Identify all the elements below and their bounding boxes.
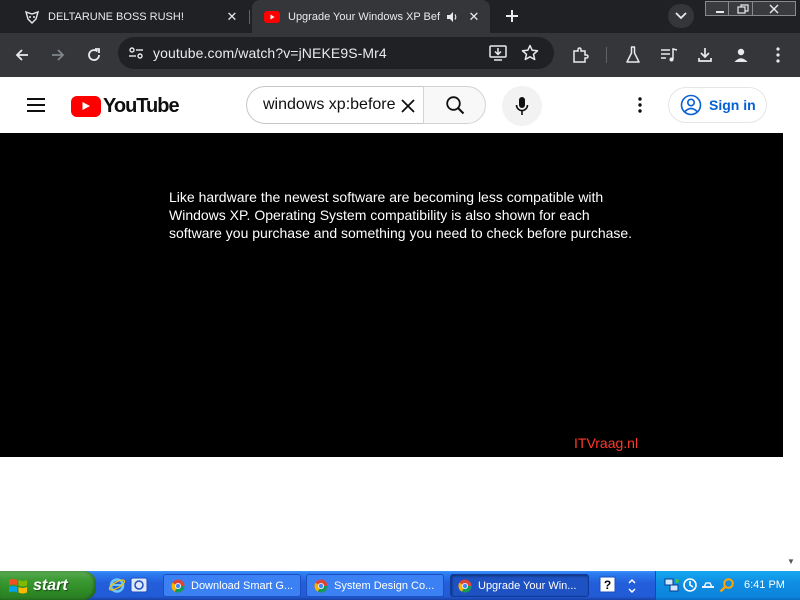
connection-icon[interactable] [700, 577, 716, 593]
search-input[interactable]: windows xp:before [263, 96, 395, 114]
security-icon[interactable] [682, 577, 698, 593]
help-icon[interactable]: ? [599, 576, 617, 594]
download-icon [698, 48, 712, 62]
start-label: start [33, 576, 68, 594]
video-watermark: ITVraag.nl [574, 435, 639, 451]
guide-menu-button[interactable] [24, 93, 48, 117]
search-tray-icon[interactable] [719, 577, 735, 593]
tab-title: DELTARUNE BOSS RUSH! [48, 10, 184, 23]
caption-line: Windows XP. Operating System compatibili… [169, 207, 590, 223]
tab-youtube[interactable]: Upgrade Your Windows XP Bef ✕ [252, 0, 490, 33]
clock[interactable]: 6:41 PM [744, 579, 785, 591]
system-tray: 6:41 PM [655, 571, 800, 600]
voice-search-button[interactable] [502, 86, 542, 126]
flask-icon [626, 46, 640, 63]
back-button[interactable] [10, 43, 34, 67]
forward-arrow-icon [52, 49, 65, 61]
speaker-icon[interactable] [444, 9, 460, 25]
caption-line: software you purchase and something you … [169, 225, 633, 241]
extensions-button[interactable] [568, 43, 592, 67]
video-player[interactable]: Like hardware the newest software are be… [0, 133, 783, 457]
tab-title: Upgrade Your Windows XP Bef [288, 10, 441, 23]
clear-search-icon[interactable] [397, 95, 419, 117]
media-controls-button[interactable] [657, 43, 681, 67]
chrome-quicklaunch-icon[interactable] [130, 576, 148, 594]
music-queue-icon [661, 48, 678, 62]
start-button[interactable]: start [0, 571, 96, 600]
sign-in-label: Sign in [709, 97, 756, 113]
account-circle-icon [679, 93, 703, 117]
task-label: System Design Co... [334, 579, 435, 592]
taskbar-item-system-design[interactable]: System Design Co... [306, 574, 444, 597]
youtube-logo-text: YouTube [103, 94, 180, 117]
settings-menu-button[interactable] [628, 93, 652, 117]
forward-button[interactable] [46, 43, 70, 67]
reload-button[interactable] [82, 43, 106, 67]
windows-taskbar: start Download Smart G... System Design … [0, 571, 800, 600]
scroll-down-arrow[interactable]: ▼ [787, 557, 795, 566]
taskbar-scroll-buttons[interactable] [625, 574, 639, 598]
taskbar-item-download[interactable]: Download Smart G... [163, 574, 301, 597]
search-button[interactable] [423, 86, 486, 124]
site-info-icon[interactable] [124, 41, 148, 65]
window-close-button[interactable] [752, 1, 796, 16]
person-icon [734, 48, 748, 62]
back-arrow-icon [15, 49, 28, 61]
tab-deltarune[interactable]: DELTARUNE BOSS RUSH! ✕ [12, 0, 248, 33]
up-down-chevron-icon [628, 578, 636, 594]
windows-logo-icon [8, 576, 28, 596]
youtube-header: YouTube windows xp:before Sign in [0, 77, 800, 133]
puzzle-icon [573, 47, 589, 63]
chrome-icon [170, 578, 186, 594]
more-vertical-icon [776, 47, 780, 63]
hamburger-icon [27, 98, 45, 112]
screen: DELTARUNE BOSS RUSH! ✕ Upgrade Your Wind… [0, 0, 800, 600]
browser-toolbar: youtube.com/watch?v=jNEKE9S-Mr4 [0, 33, 800, 77]
new-tab-button[interactable] [500, 4, 524, 28]
network-icon[interactable] [664, 577, 680, 593]
reload-icon [88, 48, 100, 61]
video-caption: Like hardware the newest software are be… [169, 188, 689, 242]
close-icon [769, 4, 779, 13]
task-label: Download Smart G... [191, 579, 294, 592]
youtube-logo[interactable]: YouTube [71, 94, 180, 117]
address-bar[interactable]: youtube.com/watch?v=jNEKE9S-Mr4 [118, 37, 554, 69]
browser-tab-strip: DELTARUNE BOSS RUSH! ✕ Upgrade Your Wind… [0, 0, 800, 33]
youtube-icon [264, 9, 280, 25]
tab-separator [249, 10, 250, 24]
internet-explorer-icon[interactable] [108, 576, 126, 594]
minimize-icon [716, 10, 724, 13]
sign-in-button[interactable]: Sign in [668, 87, 767, 123]
chrome-icon [457, 578, 473, 594]
tab-close-icon[interactable]: ✕ [466, 9, 482, 25]
chrome-menu-button[interactable] [766, 43, 790, 67]
downloads-button[interactable] [693, 43, 717, 67]
labs-button[interactable] [621, 43, 645, 67]
plus-icon [506, 10, 518, 22]
profile-button[interactable] [729, 43, 753, 67]
play-icon [71, 95, 101, 117]
more-vertical-icon [638, 97, 642, 113]
tab-search-button[interactable] [668, 4, 694, 28]
search-box[interactable]: windows xp:before [246, 86, 423, 124]
chrome-icon [313, 578, 329, 594]
address-url: youtube.com/watch?v=jNEKE9S-Mr4 [153, 45, 387, 61]
bookmark-star-icon[interactable] [518, 41, 542, 65]
microphone-icon [515, 97, 529, 115]
deltarune-icon [24, 9, 40, 25]
caption-line: Like hardware the newest software are be… [169, 189, 604, 205]
toolbar-separator [606, 47, 607, 63]
svg-text:?: ? [604, 578, 611, 592]
search-icon [445, 96, 464, 115]
tab-close-icon[interactable]: ✕ [224, 9, 240, 25]
chevron-down-icon [675, 12, 687, 20]
task-label: Upgrade Your Win... [478, 579, 577, 592]
taskbar-item-upgrade[interactable]: Upgrade Your Win... [450, 574, 589, 597]
restore-icon [737, 3, 749, 14]
install-app-icon[interactable] [486, 41, 510, 65]
